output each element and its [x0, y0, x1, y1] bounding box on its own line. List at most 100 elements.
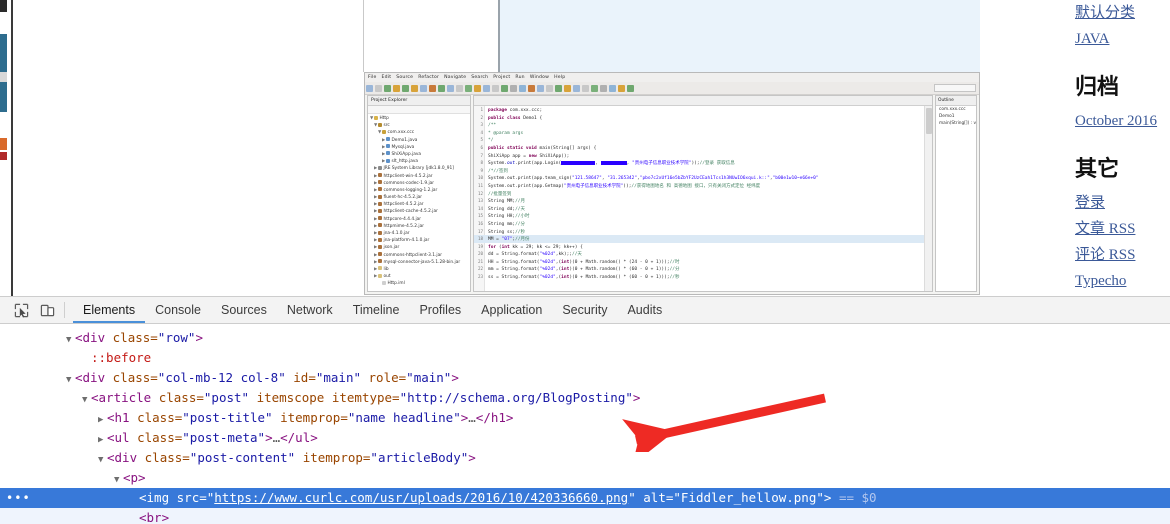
- outline-item[interactable]: com.xxx.ccc: [936, 106, 976, 113]
- node-src-link[interactable]: https://www.curlc.com/usr/uploads/2016/1…: [214, 490, 628, 505]
- eclipse-toolbar-icon[interactable]: [474, 85, 481, 92]
- eclipse-toolbar-icon[interactable]: [627, 85, 634, 92]
- eclipse-toolbar-icon[interactable]: [519, 85, 526, 92]
- eclipse-menu-navigate[interactable]: Navigate: [444, 75, 466, 80]
- disclosure-triangle-icon[interactable]: ▼: [66, 330, 75, 350]
- eclipse-toolbar-icon[interactable]: [582, 85, 589, 92]
- sidebar-link[interactable]: 文章 RSS: [1075, 216, 1170, 242]
- project-tree-item[interactable]: ▶ out: [370, 273, 470, 280]
- eclipse-toolbar-icon[interactable]: [510, 85, 517, 92]
- dom-node[interactable]: <br>: [0, 508, 1170, 524]
- eclipse-toolbar-icon[interactable]: [492, 85, 499, 92]
- eclipse-menu-edit[interactable]: Edit: [382, 75, 392, 80]
- eclipse-toolbar-icon[interactable]: [573, 85, 580, 92]
- project-tree-item[interactable]: ▶ lib: [370, 266, 470, 273]
- eclipse-toolbar-icon[interactable]: [447, 85, 454, 92]
- dom-node[interactable]: ▼ <article class="post" itemscope itemtyp…: [0, 388, 1170, 408]
- project-tree-item[interactable]: ▼ com.xxx.ccc: [370, 129, 470, 136]
- eclipse-menu-source[interactable]: Source: [396, 75, 413, 80]
- sidebar-link[interactable]: 默认分类: [1075, 0, 1170, 26]
- dom-node[interactable]: ▶ <h1 class="post-title" itemprop="name h…: [0, 408, 1170, 428]
- sidebar-link[interactable]: Typecho: [1075, 268, 1170, 294]
- eclipse-toolbar-icon[interactable]: [537, 85, 544, 92]
- project-tree-item[interactable]: ▶ JRE System Library [jdk1.8.0_91]: [370, 165, 470, 172]
- eclipse-toolbar-icon[interactable]: [456, 85, 463, 92]
- project-tree-item[interactable]: ▶ ShiXiApp.java: [370, 151, 470, 158]
- device-toolbar-icon[interactable]: [34, 298, 60, 322]
- project-tree-item[interactable]: ▶ httpmime-4.5.2.jar: [370, 223, 470, 230]
- eclipse-toolbar-icon[interactable]: [411, 85, 418, 92]
- eclipse-toolbar-icon[interactable]: [618, 85, 625, 92]
- devtools-tab-security[interactable]: Security: [552, 297, 617, 323]
- project-tree-item[interactable]: ▶ httpcore-4.4.4.jar: [370, 216, 470, 223]
- eclipse-toolbar-icon[interactable]: [600, 85, 607, 92]
- project-explorer-tab[interactable]: Project Explorer: [368, 96, 470, 106]
- eclipse-toolbar-icon[interactable]: [546, 85, 553, 92]
- dom-node-selected[interactable]: ••• <img src="https://www.curlc.com/usr/u…: [0, 488, 1170, 508]
- disclosure-triangle-icon[interactable]: ▶: [98, 410, 107, 430]
- project-tree-item[interactable]: ▼ src: [370, 122, 470, 129]
- project-tree-item[interactable]: ▶ jna-4.1.0.jar: [370, 230, 470, 237]
- dom-node[interactable]: ▼ <div class="row">: [0, 328, 1170, 348]
- devtools-tab-elements[interactable]: Elements: [73, 297, 145, 323]
- project-tree-item[interactable]: ▶ commons-httpclient-3.1.jar: [370, 252, 470, 259]
- editor-tab-bar[interactable]: Demo1.javaShiXiApp.javasIt_http.java: [474, 96, 932, 106]
- disclosure-triangle-icon[interactable]: ▼: [114, 470, 123, 490]
- dom-node[interactable]: ::before: [0, 348, 1170, 368]
- eclipse-toolbar-icon[interactable]: [366, 85, 373, 92]
- project-tree-item[interactable]: Http.iml: [370, 280, 470, 287]
- eclipse-toolbar-icon[interactable]: [555, 85, 562, 92]
- devtools-tab-console[interactable]: Console: [145, 297, 211, 323]
- eclipse-toolbar-icon[interactable]: [591, 85, 598, 92]
- devtools-tab-sources[interactable]: Sources: [211, 297, 277, 323]
- dom-node[interactable]: ▼ <div class="col-mb-12 col-8" id="main" …: [0, 368, 1170, 388]
- eclipse-menu-run[interactable]: Run: [515, 75, 524, 80]
- eclipse-toolbar-icon[interactable]: [429, 85, 436, 92]
- eclipse-toolbar-icon[interactable]: [438, 85, 445, 92]
- project-tree-item[interactable]: ▶ sIt_http.java: [370, 158, 470, 165]
- devtools-tab-timeline[interactable]: Timeline: [343, 297, 410, 323]
- eclipse-menu-file[interactable]: File: [368, 75, 377, 80]
- devtools-tab-application[interactable]: Application: [471, 297, 552, 323]
- sidebar-link[interactable]: JAVA: [1075, 26, 1170, 52]
- project-tree-item[interactable]: ▶ Mysql.java: [370, 144, 470, 151]
- eclipse-screenshot-image[interactable]: File Edit Source Refactor Navigate Search Proj…: [364, 72, 980, 295]
- dom-node[interactable]: ▶ <ul class="post-meta">…</ul>: [0, 428, 1170, 448]
- outline-item[interactable]: main(String[]) : void: [936, 120, 976, 127]
- eclipse-toolbar-icon[interactable]: [420, 85, 427, 92]
- outline-tab[interactable]: Outline: [936, 96, 976, 106]
- eclipse-toolbar-icon[interactable]: [465, 85, 472, 92]
- dom-node[interactable]: ▼ <p>: [0, 468, 1170, 488]
- project-tree-item[interactable]: ▶ jna-platform-4.1.0.jar: [370, 237, 470, 244]
- eclipse-toolbar-icon[interactable]: [528, 85, 535, 92]
- project-explorer-tree[interactable]: ▼ Http ▼ src ▼ com.xxx.ccc ▶ Demo1.java ▶ Mysql.j…: [368, 114, 470, 288]
- project-tree-item[interactable]: ▶ fluent-hc-4.5.2.jar: [370, 194, 470, 201]
- eclipse-toolbar-icon[interactable]: [609, 85, 616, 92]
- project-tree-item[interactable]: ▶ Demo1.java: [370, 137, 470, 144]
- eclipse-toolbar-icon[interactable]: [483, 85, 490, 92]
- project-tree-item[interactable]: ▶ json.jar: [370, 244, 470, 251]
- inspect-element-icon[interactable]: [8, 298, 34, 322]
- eclipse-menu-refactor[interactable]: Refactor: [418, 75, 439, 80]
- eclipse-toolbar-icon[interactable]: [564, 85, 571, 92]
- eclipse-toolbar-icon[interactable]: [501, 85, 508, 92]
- devtools-tab-audits[interactable]: Audits: [617, 297, 672, 323]
- disclosure-triangle-icon[interactable]: ▶: [98, 430, 107, 450]
- eclipse-toolbar-icon[interactable]: [402, 85, 409, 92]
- project-tree-item[interactable]: ▶ httpclient-win-4.5.2.jar: [370, 173, 470, 180]
- disclosure-triangle-icon[interactable]: ▼: [98, 450, 107, 470]
- eclipse-toolbar-icon[interactable]: [375, 85, 382, 92]
- eclipse-toolbar-icon[interactable]: [384, 85, 391, 92]
- project-tree-item[interactable]: ▶ httpclient-4.5.2.jar: [370, 201, 470, 208]
- disclosure-triangle-icon[interactable]: ▼: [82, 390, 91, 410]
- sidebar-link[interactable]: 评论 RSS: [1075, 242, 1170, 268]
- dom-tree-view[interactable]: ▼ <div class="row">::before ▼ <div class="c…: [0, 324, 1170, 524]
- eclipse-menu-project[interactable]: Project: [493, 75, 510, 80]
- sidebar-link[interactable]: 登录: [1075, 190, 1170, 216]
- eclipse-menu-search[interactable]: Search: [471, 75, 488, 80]
- eclipse-menu-help[interactable]: Help: [554, 75, 565, 80]
- project-tree-item[interactable]: ▶ commons-logging-1.2.jar: [370, 187, 470, 194]
- eclipse-toolbar-icon[interactable]: [393, 85, 400, 92]
- project-tree-item[interactable]: ▶ commons-codec-1.9.jar: [370, 180, 470, 187]
- project-tree-item[interactable]: ▶ mysql-connector-java-5.1.28-bin.jar: [370, 259, 470, 266]
